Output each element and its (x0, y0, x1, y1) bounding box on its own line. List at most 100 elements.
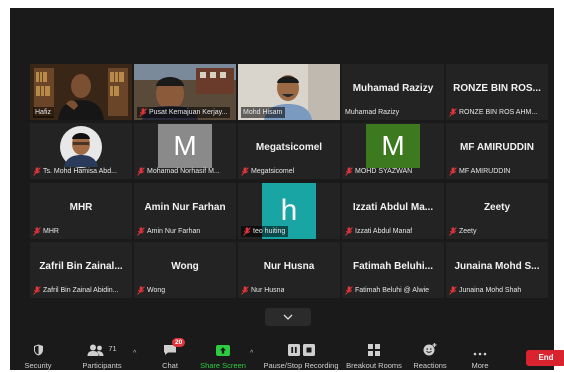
participant-tile[interactable]: Ts. Mohd Hamisa Abd... (30, 123, 132, 179)
participant-tile[interactable]: Izzati Abdul Ma... Izzati Abdul Manaf (342, 183, 444, 239)
share-screen-button[interactable]: Share Screen (200, 338, 246, 370)
muted-mic-icon (137, 167, 145, 176)
participant-name-label: Mohamad Norhasif M... (137, 166, 234, 177)
end-meeting-button[interactable]: End (526, 350, 564, 366)
participant-name: Hafiz (35, 109, 51, 116)
smiley-plus-icon (423, 343, 437, 356)
participant-name: Fatimah Beluhi @ Alwie (355, 287, 430, 294)
initial-avatar: M (366, 124, 420, 168)
participant-name-label: teo huiting (241, 226, 289, 237)
participant-display-name: Nur Husna (263, 261, 315, 272)
participant-name-label: Megatsicomel (241, 166, 338, 177)
participant-tile[interactable]: Zafril Bin Zainal... Zafril Bin Zainal Ab… (30, 242, 132, 298)
participant-tile[interactable]: Mohd Hisam (238, 64, 340, 120)
breakout-rooms-button[interactable]: Breakout Rooms (344, 338, 404, 370)
ellipsis-icon (473, 352, 487, 356)
participant-tile[interactable]: M MOHD SYAZWAN (342, 123, 444, 179)
participant-name-label: Ts. Mohd Hamisa Abd... (33, 166, 130, 177)
muted-mic-icon (345, 167, 353, 176)
participant-display-name: Megatsicomel (255, 142, 323, 153)
chat-unread-badge: 20 (172, 338, 186, 347)
participants-icon (87, 344, 104, 356)
participant-display-name: MHR (69, 202, 93, 213)
participant-name-label: MHR (33, 226, 130, 237)
participant-name-label: MF AMIRUDDIN (449, 166, 546, 177)
gallery-next-page-button[interactable] (265, 308, 311, 326)
participant-name: Wong (147, 287, 166, 294)
participant-name-label: Izzati Abdul Manaf (345, 226, 442, 237)
participant-name: Mohd Hisam (243, 109, 283, 116)
shield-icon (33, 344, 43, 356)
participant-tile[interactable]: Wong Wong (134, 242, 236, 298)
chevron-down-icon (283, 314, 293, 320)
muted-mic-icon (241, 167, 249, 176)
participant-tile[interactable]: Zeety Zeety (446, 183, 548, 239)
participant-tile[interactable]: h teo huiting (238, 183, 340, 239)
participant-name-label: Pusat Kemajuan Kerjay... (137, 107, 231, 118)
participant-tile[interactable]: Nur Husna Nur Husna (238, 242, 340, 298)
participant-name: Izzati Abdul Manaf (355, 228, 413, 235)
muted-mic-icon (449, 167, 457, 176)
more-label: More (471, 361, 489, 370)
participant-name-label: Amin Nur Farhan (137, 226, 234, 237)
participant-display-name: Zafril Bin Zainal... (39, 261, 123, 272)
participant-name-label: Mohd Hisam (241, 107, 286, 118)
participant-tile[interactable]: Pusat Kemajuan Kerjay... (134, 64, 236, 120)
participant-name-label: Junaina Mohd Shah (449, 285, 546, 296)
participant-name: RONZE BIN ROS AHM... (459, 109, 538, 116)
participant-name: MHR (43, 228, 59, 235)
share-options-caret[interactable]: ^ (250, 350, 253, 357)
participant-tile[interactable]: Hafiz (30, 64, 132, 120)
recording-label: Pause/Stop Recording (263, 361, 339, 370)
security-button[interactable]: Security (16, 338, 60, 370)
meeting-toolbar: Security 71 Participants ^ 20 Chat Share… (10, 338, 554, 370)
muted-mic-icon (449, 286, 457, 295)
participant-name: Ts. Mohd Hamisa Abd... (43, 168, 117, 175)
reactions-label: Reactions (413, 361, 447, 370)
participant-display-name: Fatimah Beluhi... (352, 261, 433, 272)
participant-display-name: Wong (171, 261, 199, 272)
participant-tile[interactable]: RONZE BIN ROS... RONZE BIN ROS AHM... (446, 64, 548, 120)
participant-tile[interactable]: Amin Nur Farhan Amin Nur Farhan (134, 183, 236, 239)
participant-name-label: RONZE BIN ROS AHM... (449, 107, 546, 118)
participant-name: Junaina Mohd Shah (459, 287, 522, 294)
muted-mic-icon (33, 227, 41, 236)
participant-display-name: Amin Nur Farhan (144, 202, 226, 213)
participants-options-caret[interactable]: ^ (133, 350, 136, 357)
muted-mic-icon (449, 108, 457, 117)
reactions-button[interactable]: Reactions (408, 338, 452, 370)
share-screen-icon (216, 345, 230, 356)
participant-name: Zafril Bin Zainal Abidin... (43, 287, 119, 294)
muted-mic-icon (345, 286, 353, 295)
participant-tile[interactable]: Fatimah Beluhi... Fatimah Beluhi @ Alwie (342, 242, 444, 298)
participant-tile[interactable]: M Mohamad Norhasif M... (134, 123, 236, 179)
participant-name-label: Zeety (449, 226, 546, 237)
participants-label: Participants (82, 361, 122, 370)
pause-stop-recording-button[interactable]: Pause/Stop Recording (262, 338, 340, 370)
participants-count: 71 (108, 344, 117, 353)
participant-name-label: Wong (137, 285, 234, 296)
more-button[interactable]: More (460, 338, 500, 370)
participant-display-name: Junaina Mohd S... (454, 261, 540, 272)
participant-name-label: Zafril Bin Zainal Abidin... (33, 285, 130, 296)
muted-mic-icon (33, 167, 41, 176)
participant-display-name: Muhamad Razizy (352, 83, 434, 94)
muted-mic-icon (241, 286, 249, 295)
breakout-rooms-label: Breakout Rooms (346, 361, 402, 370)
participants-button[interactable]: 71 Participants (72, 338, 132, 370)
participant-tile[interactable]: Junaina Mohd S... Junaina Mohd Shah (446, 242, 548, 298)
pause-icon (287, 344, 300, 356)
participant-name: Mohamad Norhasif M... (147, 168, 220, 175)
participant-name-label: Nur Husna (241, 285, 338, 296)
profile-photo (54, 125, 108, 169)
share-screen-label: Share Screen (200, 361, 246, 370)
participant-name: Pusat Kemajuan Kerjay... (149, 109, 228, 116)
participant-display-name: Zeety (483, 202, 511, 213)
participant-tile[interactable]: Muhamad Razizy Muhamad Razizy (342, 64, 444, 120)
participant-tile[interactable]: MHR MHR (30, 183, 132, 239)
stop-icon (302, 344, 315, 356)
participant-tile[interactable]: Megatsicomel Megatsicomel (238, 123, 340, 179)
zoom-meeting-window: Hafiz Pusat Kemajuan Kerjay... Mohd Hisam M… (10, 8, 554, 370)
chat-button[interactable]: 20 Chat (150, 338, 190, 370)
participant-tile[interactable]: MF AMIRUDDIN MF AMIRUDDIN (446, 123, 548, 179)
